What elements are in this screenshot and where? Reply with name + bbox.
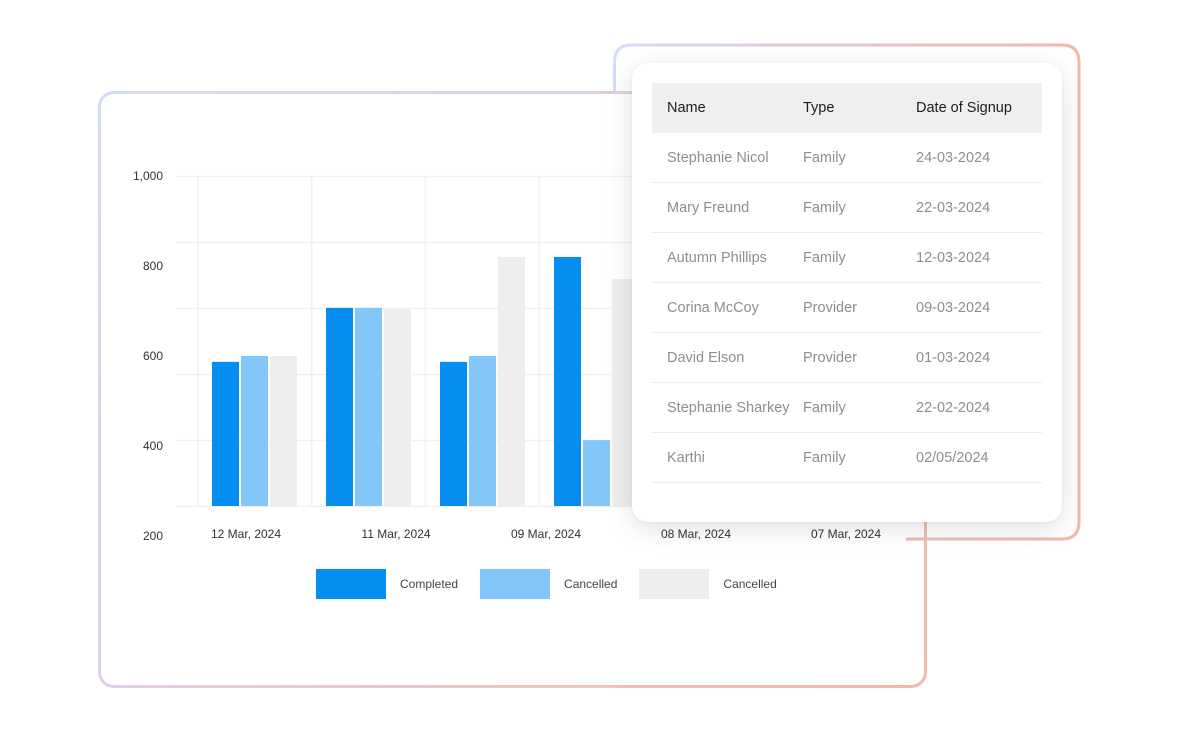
y-tick-label: 1,000 <box>133 169 163 183</box>
bar-completed-3[interactable] <box>554 257 581 506</box>
table-row[interactable]: Autumn Phillips Family 12-03-2024 <box>652 233 1042 283</box>
table-row[interactable]: Corina McCoy Provider 09-03-2024 <box>652 283 1042 333</box>
table-body: Stephanie Nicol Family 24-03-2024 Mary Freu… <box>652 133 1042 483</box>
cell-date: 09-03-2024 <box>916 299 991 316</box>
cell-date: 22-02-2024 <box>916 399 991 416</box>
cell-date: 02/05/2024 <box>916 449 989 466</box>
cell-date: 24-03-2024 <box>916 149 991 166</box>
cell-name: Stephanie Sharkey <box>667 399 790 416</box>
y-axis-ticks: 1,000 800 600 400 200 <box>133 169 163 543</box>
cell-name: Stephanie Nicol <box>667 149 769 166</box>
y-tick-label: 800 <box>143 259 163 273</box>
legend-swatch <box>480 569 551 599</box>
cell-type: Family <box>803 249 846 266</box>
bar-cancelled-2[interactable] <box>469 356 496 506</box>
bar-cancelled-1[interactable] <box>355 307 382 506</box>
cell-date: 12-03-2024 <box>916 249 991 266</box>
cell-name: Autumn Phillips <box>667 249 767 266</box>
x-tick-label: 09 Mar, 2024 <box>511 527 581 541</box>
legend-swatch <box>316 569 386 599</box>
table-row[interactable]: Stephanie Sharkey Family 22-02-2024 <box>652 383 1042 433</box>
legend-label: Cancelled <box>564 577 618 591</box>
legend-label: Cancelled <box>723 577 777 591</box>
cell-type: Family <box>803 399 846 416</box>
cell-type: Family <box>803 149 846 166</box>
x-tick-label: 12 Mar, 2024 <box>211 527 281 541</box>
cell-type: Family <box>803 199 846 216</box>
bar-cancelled-1[interactable] <box>384 307 411 506</box>
cell-date: 22-03-2024 <box>916 199 991 216</box>
bar-cancelled-0[interactable] <box>270 356 297 506</box>
cell-type: Provider <box>803 299 857 316</box>
cell-name: Mary Freund <box>667 199 750 216</box>
cell-date: 01-03-2024 <box>916 349 991 366</box>
table-header: Name Type Date of Signup <box>652 83 1042 133</box>
table-row[interactable]: David Elson Provider 01-03-2024 <box>652 333 1042 383</box>
column-header-name[interactable]: Name <box>652 100 803 116</box>
x-tick-label: 07 Mar, 2024 <box>811 527 881 541</box>
cell-name: David Elson <box>667 349 745 366</box>
bar-cancelled-3[interactable] <box>583 440 610 506</box>
signup-table-card: Name Type Date of Signup Stephanie Nicol… <box>632 63 1062 522</box>
y-tick-label: 600 <box>143 349 163 363</box>
bar-cancelled-2[interactable] <box>498 257 525 506</box>
legend-swatch <box>639 569 710 599</box>
cell-type: Provider <box>803 349 857 366</box>
bar-completed-2[interactable] <box>440 361 467 506</box>
cell-type: Family <box>803 449 846 466</box>
column-header-date[interactable]: Date of Signup <box>916 100 1042 116</box>
x-axis-ticks: 12 Mar, 2024 11 Mar, 2024 09 Mar, 2024 08 M… <box>211 527 881 541</box>
legend-item-cancelled[interactable]: Cancelled <box>480 569 619 599</box>
x-tick-label: 08 Mar, 2024 <box>661 527 731 541</box>
legend-item-cancelled-gray[interactable]: Cancelled <box>639 569 778 599</box>
chart-legend: Completed Cancelled Cancelled <box>316 569 799 599</box>
legend-label: Completed <box>400 577 459 591</box>
column-header-type[interactable]: Type <box>803 100 916 116</box>
bar-completed-1[interactable] <box>326 307 353 506</box>
bar-completed-0[interactable] <box>212 361 239 506</box>
legend-item-completed[interactable]: Completed <box>316 569 460 599</box>
bar-cancelled-0[interactable] <box>241 356 268 506</box>
table-row[interactable]: Stephanie Nicol Family 24-03-2024 <box>652 133 1042 183</box>
cell-name: Corina McCoy <box>667 299 759 316</box>
y-tick-label: 400 <box>143 439 163 453</box>
cell-name: Karthi <box>667 449 705 466</box>
table-row[interactable]: Karthi Family 02/05/2024 <box>652 433 1042 483</box>
table-row[interactable]: Mary Freund Family 22-03-2024 <box>652 183 1042 233</box>
x-tick-label: 11 Mar, 2024 <box>361 527 430 541</box>
signup-table: Name Type Date of Signup Stephanie Nicol… <box>652 83 1042 483</box>
y-tick-label: 200 <box>143 529 163 543</box>
